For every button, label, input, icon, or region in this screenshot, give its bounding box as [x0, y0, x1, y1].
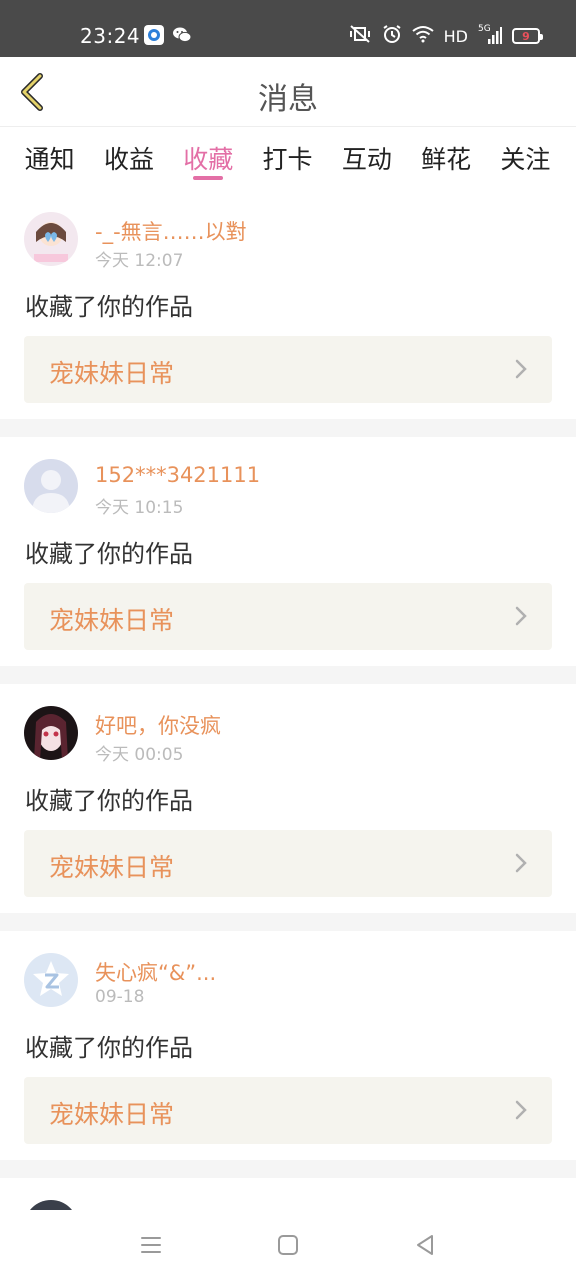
action-text: 收藏了你的作品 — [25, 540, 193, 568]
chevron-right-icon — [515, 359, 527, 379]
avatar[interactable] — [24, 953, 78, 1007]
username[interactable]: 失心疯“&”... — [95, 957, 216, 987]
status-right-group: HD 5G 9 — [348, 24, 543, 48]
chevron-right-icon — [515, 606, 527, 626]
signal-icon: 5G — [478, 24, 502, 46]
tab-follow[interactable]: 关注 — [486, 128, 565, 188]
home-icon[interactable] — [275, 1232, 301, 1258]
tab-favorites[interactable]: 收藏 — [169, 128, 248, 188]
work-title: 宠妹妹日常 — [49, 1100, 175, 1129]
app-notification-icon — [144, 25, 164, 45]
avatar[interactable] — [24, 1200, 78, 1210]
battery-icon: 9 — [512, 28, 543, 44]
hd-label: HD — [443, 26, 468, 46]
status-bar: 23:24 HD 5G 9 — [0, 0, 576, 57]
tab-checkin[interactable]: 打卡 — [248, 128, 327, 188]
chevron-right-icon — [515, 853, 527, 873]
wechat-icon — [172, 25, 192, 45]
page-title: 消息 — [258, 82, 318, 117]
username[interactable]: 152***3421111 — [95, 463, 260, 487]
avatar[interactable] — [24, 212, 78, 266]
timestamp: 今天 12:07 — [95, 251, 184, 271]
list-item — [0, 1178, 576, 1210]
header: 消息 — [0, 57, 576, 127]
avatar[interactable] — [24, 459, 78, 513]
work-card[interactable]: 宠妹妹日常 — [24, 336, 552, 403]
menu-icon[interactable] — [138, 1232, 164, 1258]
avatar[interactable] — [24, 706, 78, 760]
wifi-icon — [412, 25, 434, 47]
vibrate-mute-icon — [348, 24, 372, 48]
tab-interaction[interactable]: 互动 — [327, 128, 406, 188]
status-time: 23:24 — [80, 24, 141, 48]
list-item: 失心疯“&”... 09-18 收藏了你的作品 宠妹妹日常 — [0, 931, 576, 1160]
timestamp: 今天 10:15 — [95, 498, 184, 518]
tab-flowers[interactable]: 鲜花 — [406, 128, 485, 188]
notification-list[interactable]: -_-無言……以對 今天 12:07 收藏了你的作品 宠妹妹日常 152***3… — [0, 190, 576, 1210]
username[interactable]: 好吧，你没疯 — [95, 710, 221, 740]
timestamp: 09-18 — [95, 987, 145, 1007]
work-title: 宠妹妹日常 — [49, 853, 175, 882]
chevron-right-icon — [515, 1100, 527, 1120]
work-title: 宠妹妹日常 — [49, 359, 175, 388]
list-item: 152***3421111 今天 10:15 收藏了你的作品 宠妹妹日常 — [0, 437, 576, 666]
work-card[interactable]: 宠妹妹日常 — [24, 1077, 552, 1144]
list-item: 好吧，你没疯 今天 00:05 收藏了你的作品 宠妹妹日常 — [0, 684, 576, 913]
alarm-icon — [382, 24, 402, 48]
action-text: 收藏了你的作品 — [25, 293, 193, 321]
work-card[interactable]: 宠妹妹日常 — [24, 583, 552, 650]
tab-notifications[interactable]: 通知 — [10, 128, 89, 188]
timestamp: 今天 00:05 — [95, 745, 184, 765]
action-text: 收藏了你的作品 — [25, 787, 193, 815]
list-item: -_-無言……以對 今天 12:07 收藏了你的作品 宠妹妹日常 — [0, 190, 576, 419]
back-nav-icon[interactable] — [412, 1232, 438, 1258]
tab-earnings[interactable]: 收益 — [89, 128, 168, 188]
work-card[interactable]: 宠妹妹日常 — [24, 830, 552, 897]
tab-bar: 通知 收益 收藏 打卡 互动 鲜花 关注 — [0, 128, 576, 188]
work-title: 宠妹妹日常 — [49, 606, 175, 635]
battery-level: 9 — [522, 29, 530, 43]
action-text: 收藏了你的作品 — [25, 1034, 193, 1062]
system-nav-bar — [0, 1210, 576, 1280]
username[interactable]: -_-無言……以對 — [95, 216, 247, 246]
